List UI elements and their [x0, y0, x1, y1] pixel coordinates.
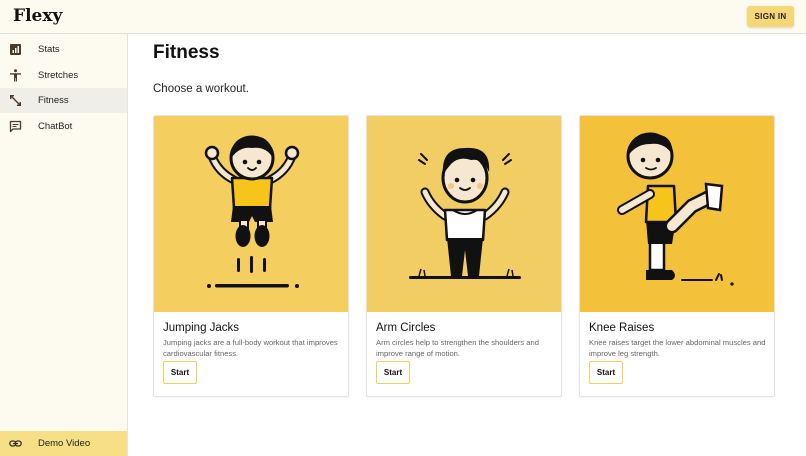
start-button[interactable]: Start: [376, 361, 410, 384]
sidebar-item-label: ChatBot: [38, 121, 73, 132]
start-button[interactable]: Start: [589, 361, 623, 384]
jumping-jacks-illustration: [154, 116, 348, 312]
sidebar-item-label: Stretches: [38, 70, 79, 81]
page-subtitle: Choose a workout.: [153, 83, 249, 95]
sidebar-item-label: Fitness: [38, 95, 69, 106]
stretch-person-icon: [10, 69, 21, 82]
top-app-bar: Flexy SIGN IN: [0, 0, 806, 34]
card-description: Arm circles help to strengthen the shoul…: [376, 338, 539, 358]
card-title: Jumping Jacks: [163, 322, 240, 334]
sidebar-item-chatbot[interactable]: ChatBot: [0, 114, 127, 139]
sidebar-item-stretches[interactable]: Stretches: [0, 63, 127, 88]
arm-circles-illustration: [367, 116, 561, 312]
sign-in-button[interactable]: SIGN IN: [747, 6, 794, 27]
workout-card-arm-circles: Arm Circles Arm circles help to strength…: [366, 115, 562, 397]
demo-video-link[interactable]: Demo Video: [0, 431, 127, 456]
sidebar: Stats Stretches Fitness ChatBot Demo Vid…: [0, 34, 128, 456]
start-button[interactable]: Start: [163, 361, 197, 384]
workout-card-knee-raises: Knee Raises Knee raises target the lower…: [579, 115, 775, 397]
card-description: Knee raises target the lower abdominal m…: [589, 338, 766, 358]
card-description: Jumping jacks are a full-body workout th…: [163, 338, 338, 358]
demo-video-label: Demo Video: [38, 438, 91, 449]
sidebar-item-stats[interactable]: Stats: [0, 37, 127, 62]
link-icon: [9, 440, 22, 447]
sidebar-item-fitness[interactable]: Fitness: [0, 88, 127, 113]
expand-arrows-icon: [10, 95, 21, 106]
app-logo[interactable]: Flexy: [13, 6, 62, 26]
stats-icon: [10, 44, 21, 55]
card-title: Arm Circles: [376, 322, 436, 334]
knee-raises-illustration: [580, 116, 774, 312]
card-title: Knee Raises: [589, 322, 655, 334]
workout-card-jumping-jacks: Jumping Jacks Jumping jacks are a full-b…: [153, 115, 349, 397]
page-title: Fitness: [153, 42, 220, 63]
chat-bubble-icon: [9, 120, 22, 133]
sidebar-item-label: Stats: [38, 44, 60, 55]
